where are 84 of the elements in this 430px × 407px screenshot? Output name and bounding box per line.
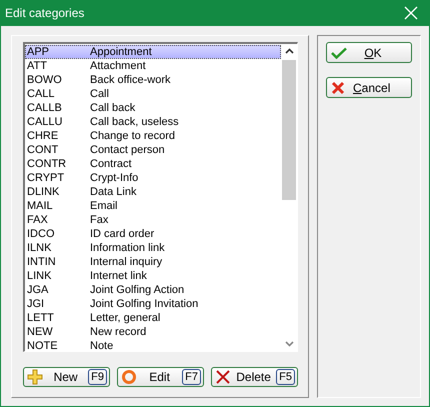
list-row[interactable]: CONT Contact person xyxy=(25,143,281,157)
list-row[interactable]: NEW New record xyxy=(25,325,281,339)
category-code: JGI xyxy=(26,298,46,310)
category-name: Change to record xyxy=(90,130,175,142)
category-code: APP xyxy=(26,46,50,58)
category-name: Back office-work xyxy=(90,74,170,86)
list-row[interactable]: JGI Joint Golfing Invitation xyxy=(25,297,281,311)
category-name: Email xyxy=(90,200,118,212)
category-name: Contract xyxy=(90,158,132,170)
category-code: MAIL xyxy=(26,200,54,212)
category-name: Call xyxy=(90,88,109,100)
category-name: ID card order xyxy=(90,228,154,240)
category-name: Information link xyxy=(90,242,165,254)
list-row[interactable]: APP Appointment xyxy=(25,45,281,59)
category-name: Internet link xyxy=(90,270,147,282)
category-name: Note xyxy=(90,340,114,351)
close-icon[interactable] xyxy=(404,6,418,20)
category-code: CALLU xyxy=(26,116,64,128)
list-row[interactable]: IDCO ID card order xyxy=(25,227,281,241)
category-name: Attachment xyxy=(90,60,146,72)
ring-icon xyxy=(121,369,137,385)
list-row[interactable]: DLINK Data Link xyxy=(25,185,281,199)
list-row[interactable]: CHRE Change to record xyxy=(25,129,281,143)
category-name: Call back xyxy=(90,102,136,114)
cross-icon xyxy=(331,80,345,94)
category-code: BOWO xyxy=(26,74,63,86)
category-code: CONTR xyxy=(26,158,68,170)
list-row[interactable]: FAX Fax xyxy=(25,213,281,227)
category-code: CALL xyxy=(26,88,56,100)
category-name: Data Link xyxy=(90,186,136,198)
plus-icon xyxy=(27,369,43,385)
list-row[interactable]: NOTE Note xyxy=(25,339,281,351)
new-button[interactable]: New F9 xyxy=(23,367,110,387)
list-row[interactable]: ILNK Information link xyxy=(25,241,281,255)
delete-button[interactable]: Delete F5 xyxy=(211,367,298,387)
category-code: LINK xyxy=(26,270,52,282)
list-row[interactable]: CALL Call xyxy=(25,87,281,101)
category-name: Letter, general xyxy=(90,312,160,324)
list-row[interactable]: CALLU Call back, useless xyxy=(25,115,281,129)
list-row[interactable]: CRYPT Crypt-Info xyxy=(25,171,281,185)
category-code: IDCO xyxy=(26,228,56,240)
edit-button[interactable]: Edit F7 xyxy=(117,367,204,387)
checkmark-icon xyxy=(331,46,347,58)
category-name: Joint Golfing Action xyxy=(90,284,184,296)
list-row[interactable]: INTIN Internal inquiry xyxy=(25,255,281,269)
list-row[interactable]: BOWO Back office-work xyxy=(25,73,281,87)
category-code: CHRE xyxy=(26,130,60,142)
list-row[interactable]: JGA Joint Golfing Action xyxy=(25,283,281,297)
category-code: ILNK xyxy=(26,242,52,254)
list-row[interactable]: LETT Letter, general xyxy=(25,311,281,325)
ok-button[interactable]: OK xyxy=(326,42,412,63)
cancel-button[interactable]: Cancel xyxy=(326,77,412,98)
list-row[interactable]: LINK Internet link xyxy=(25,269,281,283)
window-title: Edit categories xyxy=(5,6,84,20)
category-code: FAX xyxy=(26,214,49,226)
category-name: Internal inquiry xyxy=(90,256,162,268)
list-row[interactable]: MAIL Email xyxy=(25,199,281,213)
category-name: New record xyxy=(90,326,146,338)
shortcut-key: F9 xyxy=(88,369,107,385)
list-row[interactable]: CALLB Call back xyxy=(25,101,281,115)
category-name: Appointment xyxy=(90,46,152,58)
category-code: NEW xyxy=(26,326,54,338)
category-code: INTIN xyxy=(26,256,57,268)
category-name: Joint Golfing Invitation xyxy=(90,298,198,310)
list-row[interactable]: ATT Attachment xyxy=(25,59,281,73)
category-code: LETT xyxy=(26,312,55,324)
category-code: CONT xyxy=(26,144,60,156)
shortcut-key: F7 xyxy=(182,369,201,385)
category-code: NOTE xyxy=(26,340,59,351)
shortcut-key: F5 xyxy=(276,369,295,385)
category-code: DLINK xyxy=(26,186,60,198)
category-code: CALLB xyxy=(26,102,63,114)
cross-icon xyxy=(215,369,231,385)
category-code: JGA xyxy=(26,284,50,296)
scrollbar-thumb[interactable] xyxy=(282,60,296,200)
category-code: CRYPT xyxy=(26,172,66,184)
category-name: Fax xyxy=(90,214,108,226)
category-name: Call back, useless xyxy=(90,116,179,128)
category-code: ATT xyxy=(26,60,48,72)
category-name: Contact person xyxy=(90,144,165,156)
scroll-up-icon[interactable] xyxy=(284,48,294,54)
list-row[interactable]: CONTR Contract xyxy=(25,157,281,171)
scroll-down-icon[interactable] xyxy=(284,341,294,347)
category-name: Crypt-Info xyxy=(90,172,138,184)
